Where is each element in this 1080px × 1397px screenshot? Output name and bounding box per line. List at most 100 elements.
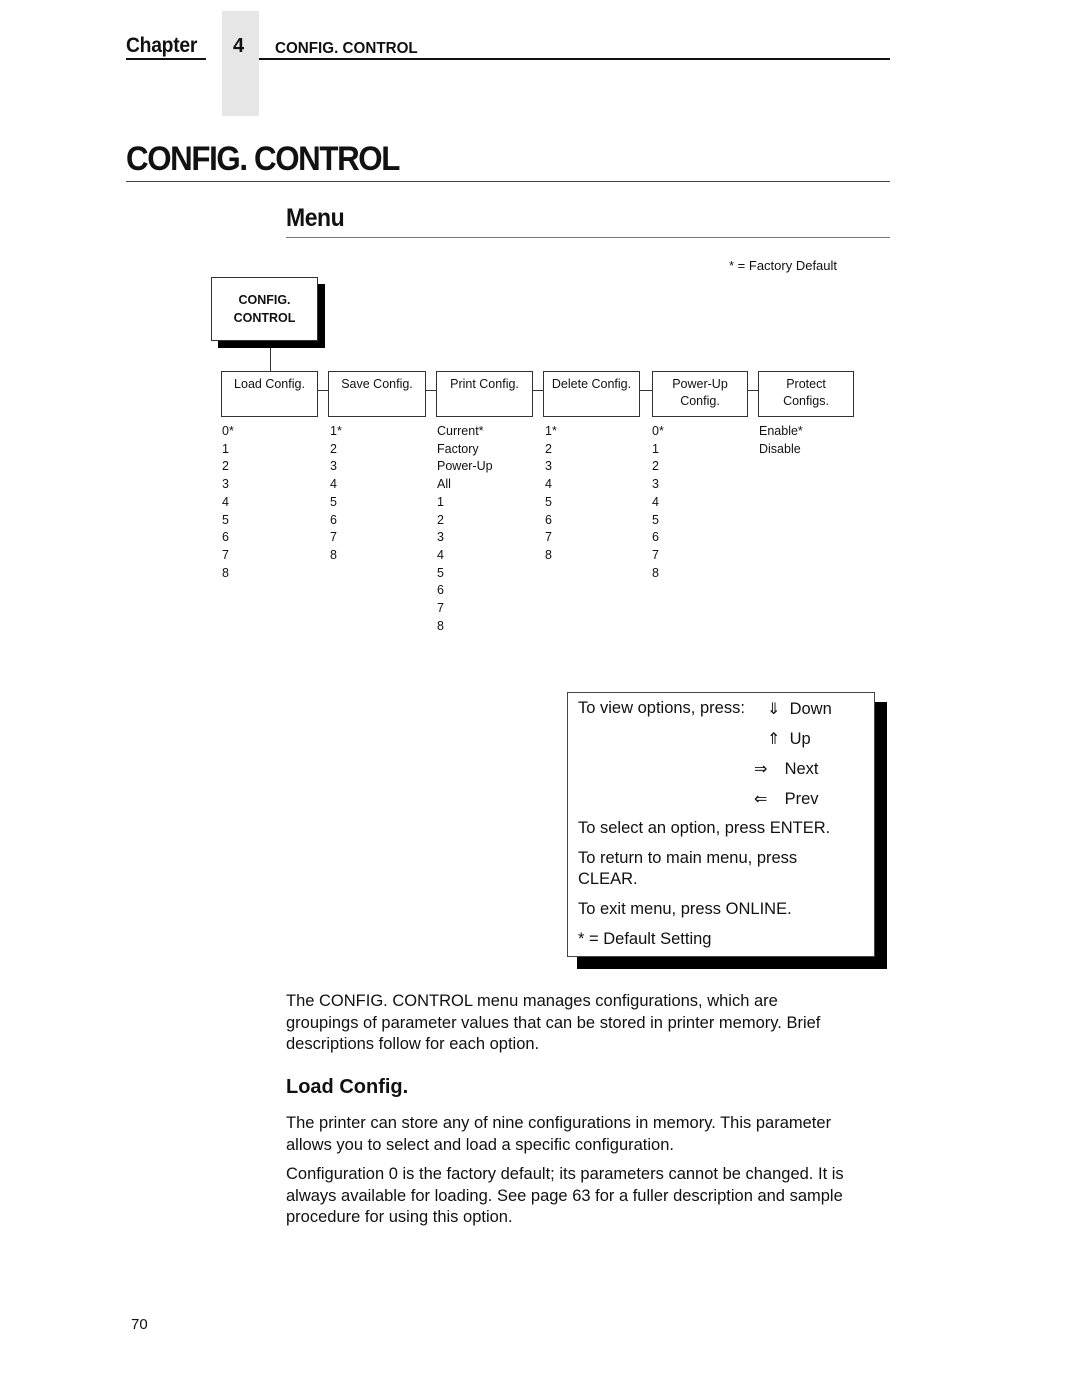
option-value: 3 bbox=[330, 459, 337, 474]
root-connector bbox=[270, 348, 271, 372]
menu-heading: Menu bbox=[286, 204, 345, 232]
submenu-box-print-config: Print Config. bbox=[436, 371, 533, 417]
option-value: 6 bbox=[222, 530, 229, 545]
submenu-box-power-up-config: Power-Up Config. bbox=[652, 371, 748, 417]
double-arrow-down-icon: ⇓ bbox=[767, 699, 781, 718]
text-line: procedure for using this option. bbox=[286, 1208, 513, 1226]
submenu-connector bbox=[748, 390, 758, 391]
text-line: descriptions follow for each option. bbox=[286, 1035, 540, 1053]
option-value: 5 bbox=[222, 512, 229, 527]
return-text-line1: To return to main menu, press bbox=[578, 849, 798, 867]
submenu-box-load-config: Load Config. bbox=[221, 371, 318, 417]
select-option-text: To select an option, press ENTER. bbox=[578, 819, 831, 837]
options-list-print-config: Current* Factory Power-Up All 1 2 3 4 5 6 7 8 bbox=[437, 423, 493, 635]
page-number: 70 bbox=[131, 1316, 148, 1333]
submenu-connector bbox=[318, 390, 328, 391]
nav-label: Down bbox=[789, 700, 832, 718]
option-value: 6 bbox=[330, 512, 337, 527]
option-value: 6 bbox=[437, 583, 444, 598]
nav-prev: ⇐ Prev bbox=[754, 789, 819, 809]
intro-paragraph: The CONFIG. CONTROL menu manages configu… bbox=[286, 991, 886, 1056]
option-value: 4 bbox=[222, 494, 229, 509]
submenu-box-save-config: Save Config. bbox=[328, 371, 426, 417]
chapter-rule-left bbox=[126, 58, 206, 60]
option-value: 7 bbox=[437, 601, 444, 616]
load-config-paragraph-2: Configuration 0 is the factory default; … bbox=[286, 1164, 886, 1229]
submenu-box-protect-configs: Protect Configs. bbox=[758, 371, 854, 417]
navigation-help-box: To view options, press: ⇓ Down ⇑ Up ⇒ Ne… bbox=[567, 692, 875, 957]
option-value: 5 bbox=[545, 494, 552, 509]
menu-divider bbox=[286, 237, 890, 238]
submenu-connector bbox=[533, 390, 543, 391]
submenu-label: Print Config. bbox=[450, 377, 519, 391]
option-value: All bbox=[437, 477, 451, 492]
load-config-paragraph-1: The printer can store any of nine config… bbox=[286, 1113, 886, 1156]
nav-label: Up bbox=[789, 730, 811, 748]
option-value: 2 bbox=[222, 459, 229, 474]
option-value: 1 bbox=[437, 494, 444, 509]
option-value: Current* bbox=[437, 424, 484, 438]
text-line: groupings of parameter values that can b… bbox=[286, 1013, 821, 1032]
submenu-label: Power-Up bbox=[672, 377, 728, 391]
option-value: 4 bbox=[330, 477, 337, 492]
option-value: 8 bbox=[437, 618, 444, 633]
text-line: Configuration 0 is the factory default; … bbox=[286, 1165, 844, 1183]
option-value: 2 bbox=[652, 459, 659, 474]
chapter-number: 4 bbox=[233, 35, 245, 57]
submenu-connector bbox=[640, 390, 652, 391]
option-value: 7 bbox=[545, 530, 552, 545]
text-line: The CONFIG. CONTROL menu manages configu… bbox=[286, 992, 778, 1010]
option-value: 3 bbox=[652, 477, 659, 492]
option-value: 5 bbox=[652, 512, 659, 527]
nav-label: Next bbox=[784, 760, 819, 778]
options-list-protect-configs: Enable* Disable bbox=[759, 423, 803, 458]
option-value: 0* bbox=[222, 424, 234, 438]
submenu-connector bbox=[426, 390, 436, 391]
option-value: 2 bbox=[437, 512, 444, 527]
return-text-line2: CLEAR. bbox=[578, 870, 638, 888]
double-arrow-left-icon: ⇐ bbox=[754, 789, 768, 808]
option-value: 3 bbox=[437, 530, 444, 545]
chapter-rule-right bbox=[259, 58, 890, 60]
option-value: 7 bbox=[222, 547, 229, 562]
option-value: 8 bbox=[222, 565, 229, 580]
option-value: 7 bbox=[330, 530, 337, 545]
options-list-save-config: 1* 2 3 4 5 6 7 8 bbox=[330, 423, 342, 565]
option-value: 6 bbox=[545, 512, 552, 527]
options-list-power-up-config: 0* 1 2 3 4 5 6 7 8 bbox=[652, 423, 664, 582]
option-value: Disable bbox=[759, 441, 801, 456]
option-value: Power-Up bbox=[437, 459, 493, 474]
option-value: Enable* bbox=[759, 424, 803, 438]
option-value: 8 bbox=[545, 547, 552, 562]
option-value: 4 bbox=[652, 494, 659, 509]
options-list-delete-config: 1* 2 3 4 5 6 7 8 bbox=[545, 423, 557, 565]
option-value: 3 bbox=[545, 459, 552, 474]
option-value: 2 bbox=[330, 441, 337, 456]
option-value: 4 bbox=[545, 477, 552, 492]
factory-default-note: * = Factory Default bbox=[729, 258, 838, 273]
submenu-label-line2: Configs. bbox=[783, 394, 829, 408]
title-divider bbox=[126, 181, 890, 182]
exit-menu-text: To exit menu, press ONLINE. bbox=[578, 900, 792, 918]
text-line: always available for loading. See page 6… bbox=[286, 1186, 843, 1205]
submenu-label-line2: Config. bbox=[680, 394, 720, 408]
submenu-label: Delete Config. bbox=[551, 377, 632, 391]
submenu-box-delete-config: Delete Config. bbox=[543, 371, 640, 417]
option-value: 1* bbox=[330, 424, 342, 438]
option-value: 8 bbox=[330, 547, 337, 562]
option-value: 1 bbox=[652, 441, 659, 456]
option-value: 2 bbox=[545, 441, 552, 456]
root-menu-box: CONFIG. CONTROL bbox=[211, 277, 318, 341]
submenu-label: Load Config. bbox=[234, 377, 305, 391]
nav-down: ⇓ Down bbox=[767, 699, 832, 719]
chapter-title: CONFIG. CONTROL bbox=[275, 40, 418, 57]
option-value: 0* bbox=[652, 424, 664, 438]
option-value: 1 bbox=[222, 441, 229, 456]
option-value: 1* bbox=[545, 424, 557, 438]
nav-up: ⇑ Up bbox=[767, 729, 811, 749]
submenu-label: Save Config. bbox=[341, 377, 413, 391]
option-value: 5 bbox=[437, 565, 444, 580]
root-label-line1: CONFIG. bbox=[238, 293, 291, 307]
option-value: 6 bbox=[652, 530, 659, 545]
option-value: 7 bbox=[652, 547, 659, 562]
